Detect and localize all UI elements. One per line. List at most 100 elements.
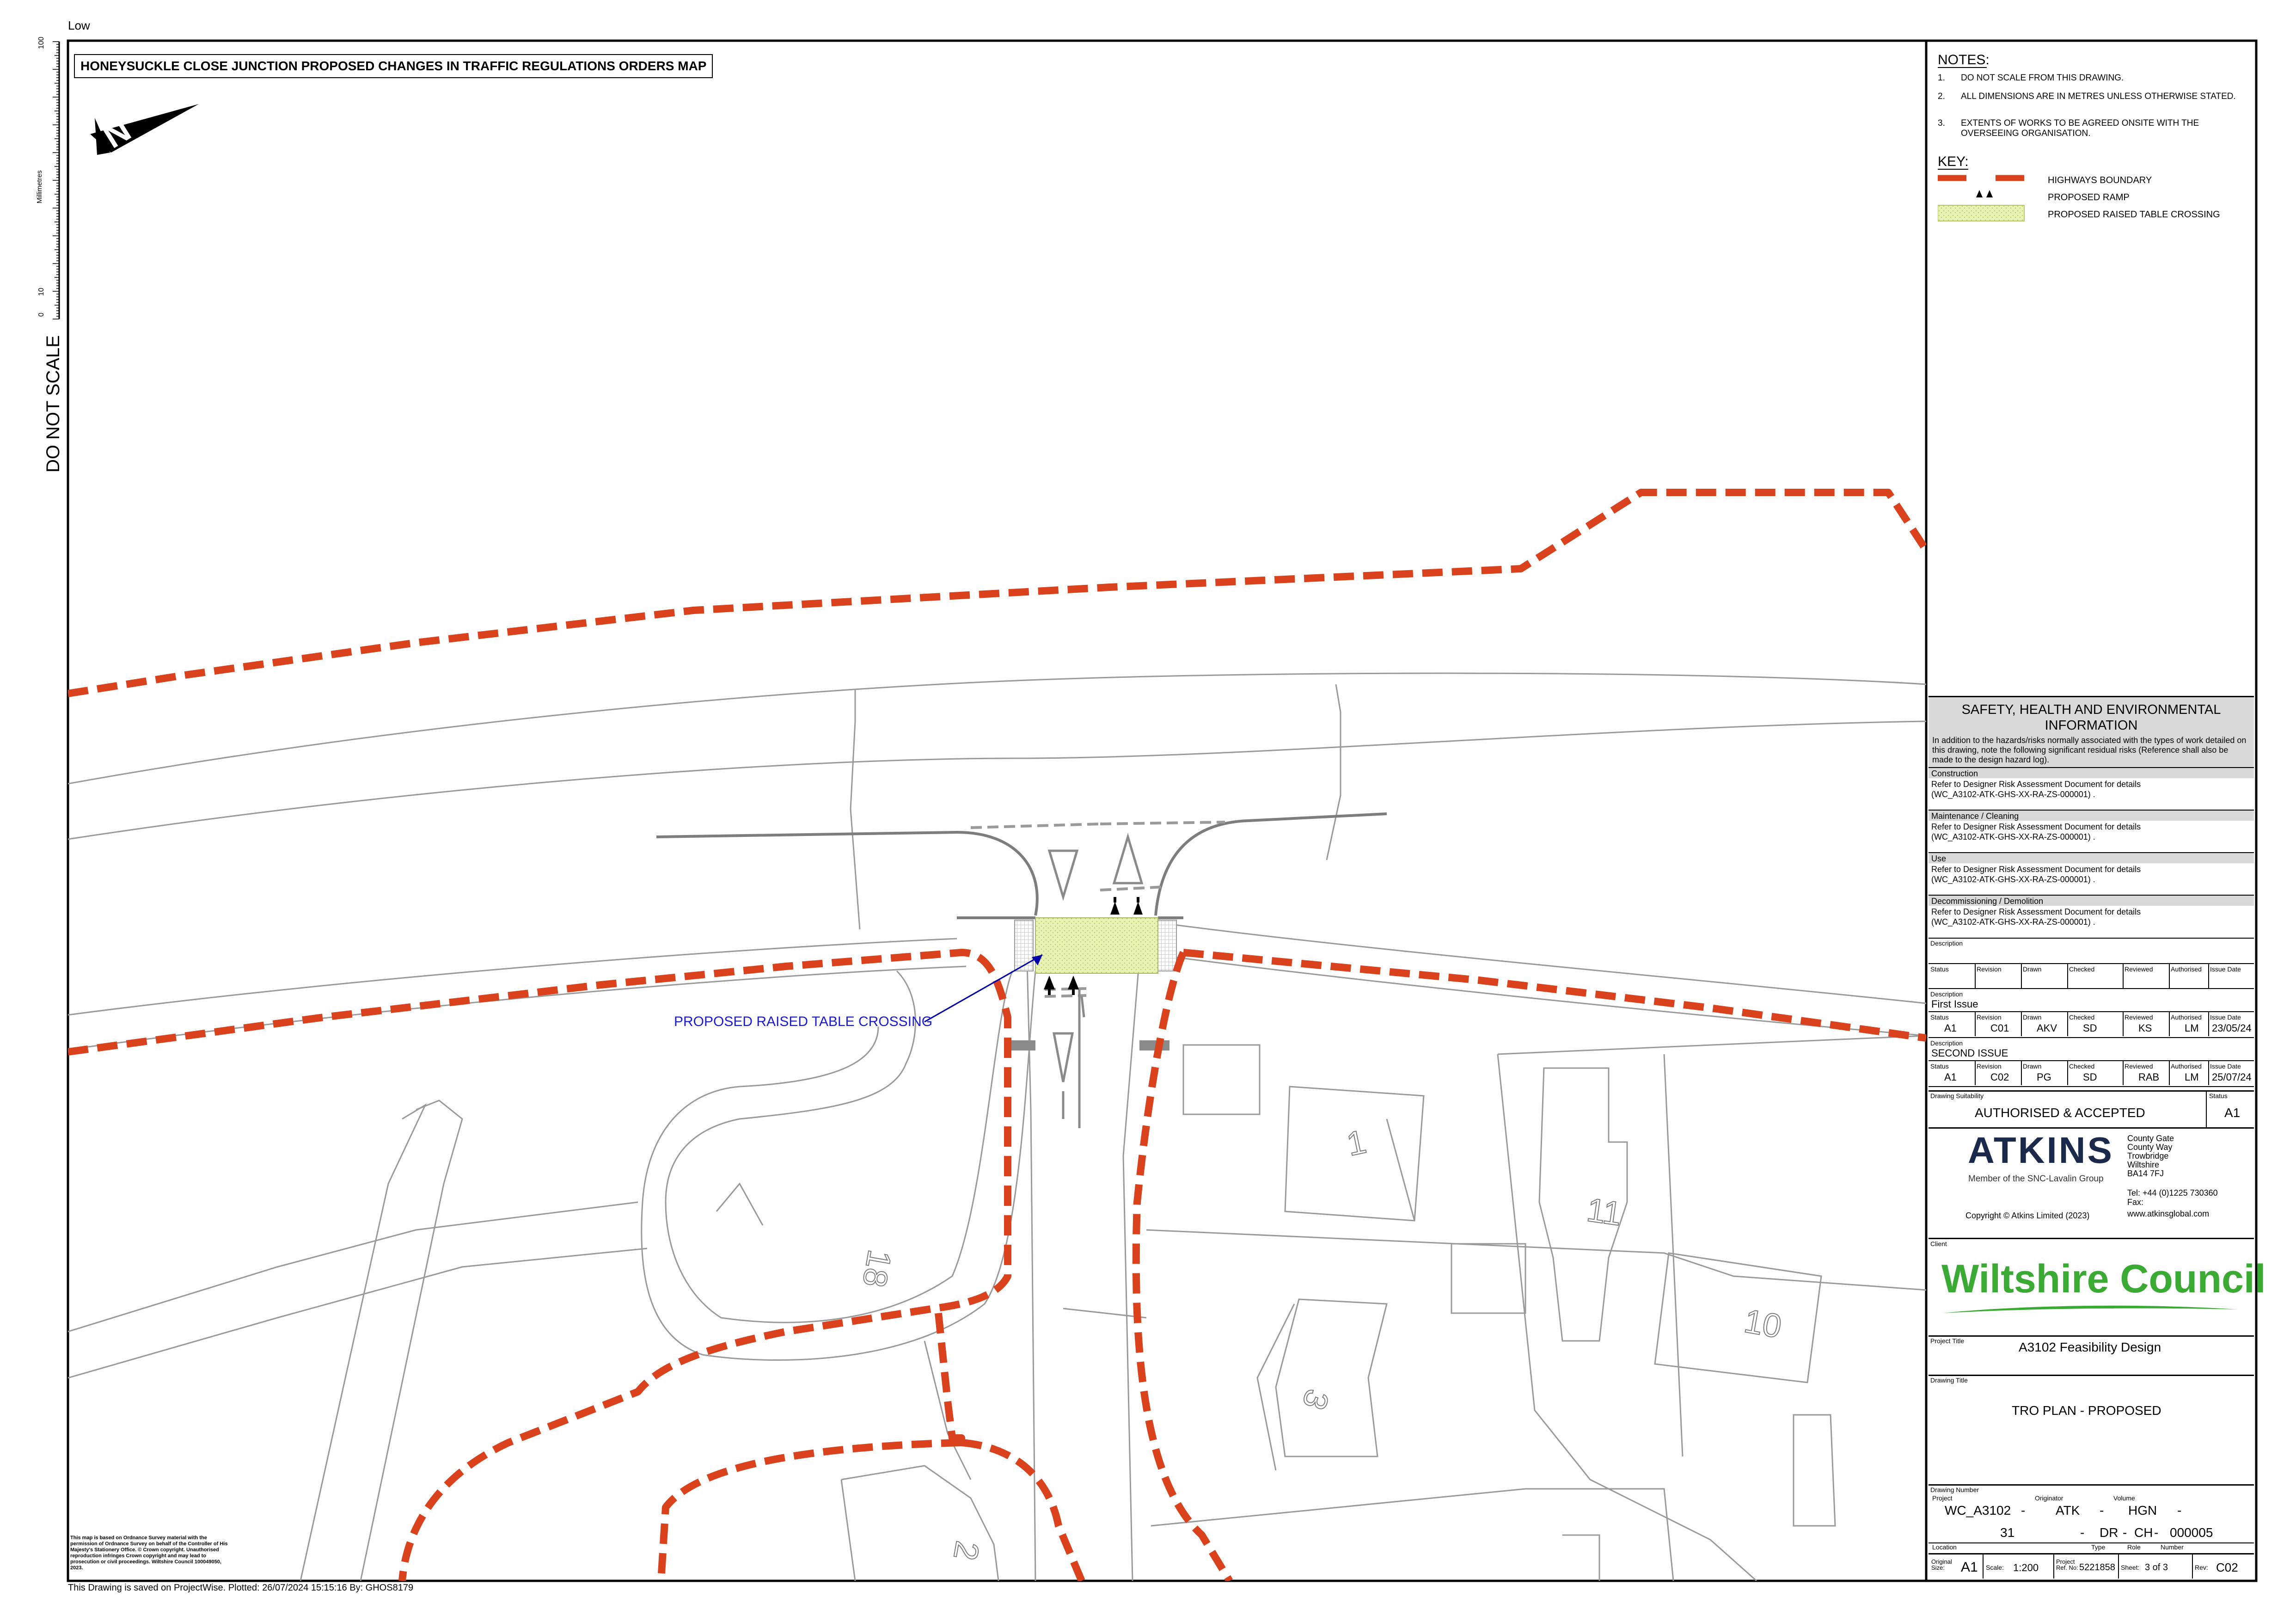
revision-header: Revision [1977,1014,2002,1021]
scale-tick-100: 100 [37,37,45,49]
bollard-right [1139,1040,1169,1051]
desc-label: Description [1930,990,1963,998]
dn-volume-label: Volume [2113,1494,2135,1502]
map-title: HONEYSUCKLE CLOSE JUNCTION PROPOSED CHAN… [74,54,713,78]
lane-arrows [1047,833,1144,1128]
revision-cell: SD [2083,1022,2097,1034]
key-heading: KEY: [1938,154,1969,169]
revision-cell: 23/05/24 [2212,1022,2252,1034]
dn-number: 000005 [2170,1525,2213,1540]
project-title-value: A3102 Feasibility Design [2019,1340,2161,1354]
revision-cell: C01 [1990,1022,2009,1034]
note-number: 1. [1938,73,1945,83]
dn-dash-4: - [2080,1525,2085,1540]
highways-boundary [68,489,1926,1581]
dn-dash-1: - [2021,1503,2026,1518]
she-section-text: Refer to Designer Risk Assessment Docume… [1931,865,2141,874]
dn-role-label: Role [2127,1543,2141,1551]
she-section-text: (WC_A3102-ATK-GHS-XX-RA-ZS-000001) . [1931,917,2095,927]
note-number: 2. [1938,92,1945,101]
she-section-title: Maintenance / Cleaning [1929,810,2254,821]
client-label: Client [1930,1240,1947,1247]
footer-plot-info: This Drawing is saved on ProjectWise. Pl… [68,1583,414,1593]
she-header: SAFETY, HEALTH AND ENVIRONMENTAL INFORMA… [1929,696,2254,734]
scale-tick-0: 0 [37,313,45,317]
revision-cell: RAB [2138,1071,2160,1083]
drawing-title-label: Drawing Title [1930,1376,1968,1384]
she-section-title: Construction [1929,767,2254,778]
base-linework [68,672,1926,1581]
revision-header: Checked [2069,1063,2095,1070]
revision-cell: AKV [2037,1022,2057,1034]
dn-project-label: Project [1932,1494,1953,1502]
os-copyright: This map is based on Ordnance Survey mat… [69,1534,235,1572]
revision-header: Status [1930,1063,1949,1070]
note-text: DO NOT SCALE FROM THIS DRAWING. [1961,73,2124,83]
revision-header: Drawn [2023,1014,2042,1021]
scale-tick-10: 10 [37,288,45,296]
sheet-value: 3 of 3 [2145,1562,2168,1573]
revision-description: SECOND ISSUE [1931,1047,2008,1059]
atkins-address-line: County Way [2127,1143,2173,1152]
dn-location-label: Location [1932,1543,1957,1551]
revision-header: Drawn [2023,1063,2042,1070]
she-section-text: Refer to Designer Risk Assessment Docume… [1931,907,2141,916]
key-symbols [1938,175,2025,221]
revision-header: Status [1930,1014,1949,1021]
atkins-address-line: Trowbridge [2127,1151,2169,1161]
plot-number: 11 [1585,1192,1624,1233]
revision-cell: SD [2083,1071,2097,1083]
revision-cell: 25/07/24 [2212,1071,2252,1083]
dn-role: CH [2134,1525,2153,1540]
revision-cell: A1 [1944,1022,1957,1034]
she-section-text: (WC_A3102-ATK-GHS-XX-RA-ZS-000001) . [1931,875,2095,884]
atkins-address-line: Wiltshire [2127,1160,2160,1169]
she-section-title-text: Use [1931,854,1947,863]
dn-originator: ATK [2056,1503,2080,1518]
atkins-copyright: Copyright © Atkins Limited (2023) [1965,1211,2090,1220]
project-title-label: Project Title [1930,1337,1965,1345]
atkins-fax: Fax: [2127,1198,2144,1207]
revision-header: Authorised [2171,1063,2202,1070]
atkins-address-line: County Gate [2127,1134,2174,1143]
original-size: A1 [1961,1560,1978,1575]
revision-header: Issue Date [2210,1063,2241,1070]
status-label: Status [2209,1092,2228,1100]
revision-header: Status [1930,965,1949,973]
dn-dash-2: - [2100,1503,2104,1518]
rev-label: Rev: [2195,1564,2208,1571]
revision-header: Checked [2069,1014,2095,1021]
revision-header: Reviewed [2125,965,2153,973]
she-section-title-text: Construction [1931,769,1978,778]
dn-type: DR [2100,1525,2118,1540]
she-section-text: (WC_A3102-ATK-GHS-XX-RA-ZS-000001) . [1931,790,2095,799]
desc-label-0: Description [1930,940,1963,947]
plot-number: 2 [946,1538,986,1563]
she-section-text: (WC_A3102-ATK-GHS-XX-RA-ZS-000001) . [1931,832,2095,842]
suitability-label: Drawing Suitability [1930,1092,1984,1100]
status-value: A1 [2224,1106,2241,1120]
rev-value: C02 [2216,1561,2238,1574]
note-text: EXTENTS OF WORKS TO BE AGREED ONSITE WIT… [1961,118,2199,138]
desc-label: Description [1930,1039,1963,1047]
revision-header: Revision [1977,1063,2002,1070]
junction-kerbs [656,812,1387,919]
tactile-paving-right [1157,920,1177,971]
revision-cell: C02 [1990,1071,2009,1083]
revision-header: Drawn [2023,965,2042,973]
callout-label: PROPOSED RAISED TABLE CROSSING [674,1014,933,1029]
plot-number: 18 [855,1247,898,1290]
dn-dash-5: - [2123,1525,2127,1540]
revision-header: Revision [1977,965,2002,973]
revision-header: Authorised [2171,1014,2202,1021]
plot-number: 10 [1741,1303,1784,1346]
she-section-title: Use [1929,852,2254,863]
do-not-scale: DO NOT SCALE [43,335,63,473]
tactile-paving-left [1014,920,1034,971]
plot-numbers: 1 11 10 3 2 18 [855,1123,1785,1563]
notes-heading: NOTES: [1938,52,1990,68]
she-section-text: Refer to Designer Risk Assessment Docume… [1931,822,2141,831]
original-size-label: Original Size: [1931,1558,1952,1571]
client-swoosh-icon [1942,1305,2238,1313]
north-arrow-icon: N [90,104,199,155]
